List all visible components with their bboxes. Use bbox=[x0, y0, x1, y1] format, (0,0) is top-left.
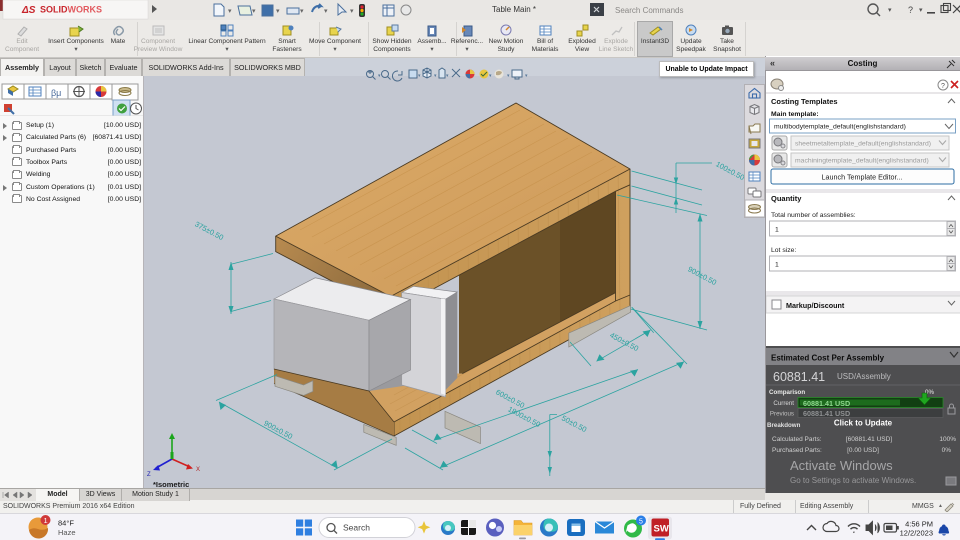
svg-text:Go to Settings to activate Win: Go to Settings to activate Windows. bbox=[790, 476, 916, 485]
svg-text:▾: ▾ bbox=[888, 7, 892, 14]
svg-text:60881.41 USD: 60881.41 USD bbox=[803, 409, 850, 418]
svg-text:[0.00 USD]: [0.00 USD] bbox=[847, 447, 879, 454]
svg-text:Search Commands: Search Commands bbox=[615, 6, 683, 15]
svg-text:▾: ▾ bbox=[507, 73, 510, 79]
svg-text:Comparison: Comparison bbox=[769, 389, 805, 396]
svg-text:100%: 100% bbox=[939, 436, 956, 443]
svg-text:1: 1 bbox=[775, 262, 779, 269]
svg-text:▾: ▾ bbox=[418, 73, 421, 79]
svg-text:▾: ▾ bbox=[434, 73, 437, 79]
svg-text:0%: 0% bbox=[942, 447, 952, 454]
svg-text:X: X bbox=[196, 467, 200, 473]
svg-text:Previous: Previous bbox=[770, 411, 794, 418]
svg-text:4:56 PM: 4:56 PM bbox=[905, 520, 933, 529]
svg-text:SW: SW bbox=[654, 524, 669, 535]
svg-text:▾: ▾ bbox=[919, 7, 923, 14]
svg-text:▾: ▾ bbox=[228, 8, 232, 15]
svg-text:5: 5 bbox=[639, 518, 643, 525]
svg-text:▾: ▾ bbox=[378, 73, 381, 79]
svg-text:Z: Z bbox=[147, 472, 151, 478]
svg-text:Search: Search bbox=[343, 523, 370, 533]
svg-text:Haze: Haze bbox=[58, 528, 76, 537]
svg-text:84°F: 84°F bbox=[58, 519, 74, 528]
svg-text:sheetmetaltemplate_default(eng: sheetmetaltemplate_default(englishstanda… bbox=[795, 141, 931, 148]
svg-text:900±0.50: 900±0.50 bbox=[686, 264, 718, 287]
svg-text:▾: ▾ bbox=[324, 8, 328, 15]
svg-text:▾: ▾ bbox=[489, 73, 492, 79]
svg-text:1: 1 bbox=[44, 516, 48, 525]
svg-text:1800±0.50: 1800±0.50 bbox=[506, 405, 541, 430]
svg-text:60881.41: 60881.41 bbox=[773, 370, 825, 384]
svg-text:375±0.50: 375±0.50 bbox=[193, 219, 225, 242]
svg-text:▾: ▾ bbox=[446, 73, 449, 79]
svg-text:450±0.50: 450±0.50 bbox=[608, 330, 640, 353]
svg-text:Calculated Parts:: Calculated Parts: bbox=[772, 436, 822, 443]
svg-text:[60881.41 USD]: [60881.41 USD] bbox=[846, 436, 892, 443]
svg-text:Purchased Parts:: Purchased Parts: bbox=[772, 447, 822, 454]
svg-text:multibodytemplate_default(engl: multibodytemplate_default(englishstandar… bbox=[774, 124, 906, 131]
svg-text:1: 1 bbox=[775, 227, 779, 234]
svg-text:Main template:: Main template: bbox=[771, 111, 819, 118]
svg-text:▾: ▾ bbox=[252, 8, 256, 15]
svg-text:SOLIDWORKS: SOLIDWORKS bbox=[40, 5, 102, 15]
svg-text:Markup/Discount: Markup/Discount bbox=[786, 301, 845, 310]
svg-text:Activate Windows: Activate Windows bbox=[790, 458, 893, 473]
svg-text:USD/Assembly: USD/Assembly bbox=[837, 372, 891, 381]
svg-text:βμ: βμ bbox=[51, 88, 61, 98]
svg-text:900±0.50: 900±0.50 bbox=[262, 418, 294, 441]
svg-text:Click to Update: Click to Update bbox=[834, 419, 893, 428]
svg-text:ΔS: ΔS bbox=[21, 5, 36, 16]
svg-text:▾: ▾ bbox=[300, 8, 304, 15]
svg-text:Estimated Cost Per Assembly: Estimated Cost Per Assembly bbox=[771, 354, 885, 363]
svg-text:Costing Templates: Costing Templates bbox=[771, 97, 838, 106]
svg-text:Lot size:: Lot size: bbox=[771, 247, 796, 254]
svg-text:▾: ▾ bbox=[276, 8, 280, 15]
svg-text:60881.41 USD: 60881.41 USD bbox=[803, 399, 850, 408]
svg-text:Breakdown: Breakdown bbox=[767, 422, 801, 429]
svg-text:Launch Template Editor...: Launch Template Editor... bbox=[822, 173, 903, 182]
svg-text:Quantity: Quantity bbox=[771, 194, 802, 203]
svg-text:50±0.50: 50±0.50 bbox=[560, 413, 588, 434]
svg-text:?: ? bbox=[941, 83, 945, 90]
svg-text:?: ? bbox=[908, 5, 913, 15]
svg-text:Total number of assemblies:: Total number of assemblies: bbox=[771, 212, 856, 219]
svg-text:▾: ▾ bbox=[525, 73, 528, 79]
svg-text:machiningtemplate_default(engl: machiningtemplate_default(englishstandar… bbox=[795, 158, 929, 165]
svg-text:100±0.50: 100±0.50 bbox=[714, 159, 746, 182]
svg-text:12/2/2023: 12/2/2023 bbox=[900, 529, 933, 538]
svg-text:Current: Current bbox=[773, 400, 794, 407]
svg-text:▾: ▾ bbox=[350, 8, 354, 15]
